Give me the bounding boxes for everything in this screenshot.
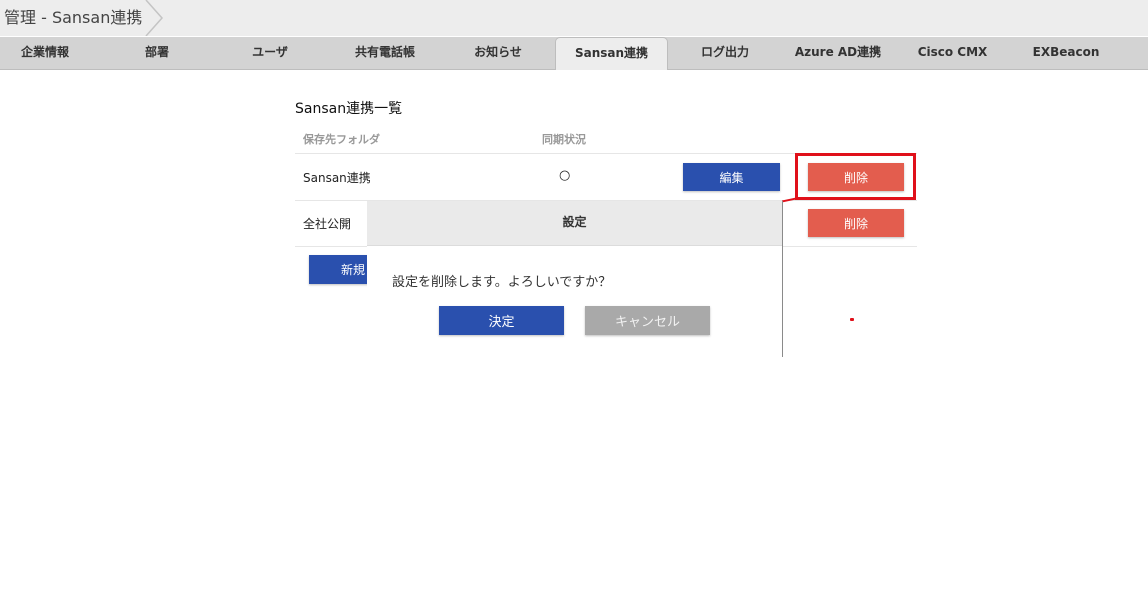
column-header-sync-status: 同期状況 — [542, 133, 586, 146]
breadcrumb-chevron-icon — [145, 0, 164, 36]
highlight-box — [795, 153, 916, 200]
row-folder-name: 全社公開 — [303, 217, 352, 231]
tab-company-info[interactable]: 企業情報 — [0, 37, 90, 69]
list-title: Sansan連携一覧 — [295, 101, 403, 117]
tab-shared-phonebook[interactable]: 共有電話帳 — [340, 37, 430, 69]
tab-cisco-cmx[interactable]: Cisco CMX — [905, 37, 1000, 69]
column-header-folder: 保存先フォルダ — [303, 133, 380, 146]
page-title: 管理 - Sansan連携 — [4, 8, 143, 27]
edit-button[interactable]: 編集 — [683, 163, 780, 191]
row-sync-status: ○ — [559, 168, 571, 183]
cancel-button[interactable]: キャンセル — [585, 306, 710, 335]
dialog-title: 設定 — [367, 201, 782, 246]
tab-sansan[interactable]: Sansan連携 — [555, 37, 668, 70]
tab-log-output[interactable]: ログ出力 — [680, 37, 770, 69]
confirm-dialog: 設定 設定を削除します。よろしいですか？ 決定 キャンセル — [367, 201, 783, 357]
tab-exbeacon[interactable]: EXBeacon — [1020, 37, 1112, 69]
delete-button[interactable]: 削除 — [808, 209, 904, 237]
tab-departments[interactable]: 部署 — [112, 37, 202, 69]
confirm-button[interactable]: 決定 — [439, 306, 564, 335]
app-header: 管理 - Sansan連携 — [0, 0, 1148, 36]
row-folder-name: Sansan連携 — [303, 171, 371, 185]
tab-bar: 企業情報 部署 ユーザ 共有電話帳 お知らせ Sansan連携 ログ出力 Azu… — [0, 37, 1148, 70]
breadcrumb: 管理 - Sansan連携 — [0, 0, 164, 36]
tab-users[interactable]: ユーザ — [225, 37, 315, 69]
tab-azure-ad[interactable]: Azure AD連携 — [788, 37, 888, 69]
annotation-dot — [850, 318, 854, 321]
tab-notices[interactable]: お知らせ — [453, 37, 543, 69]
dialog-message: 設定を削除します。よろしいですか？ — [392, 275, 612, 290]
